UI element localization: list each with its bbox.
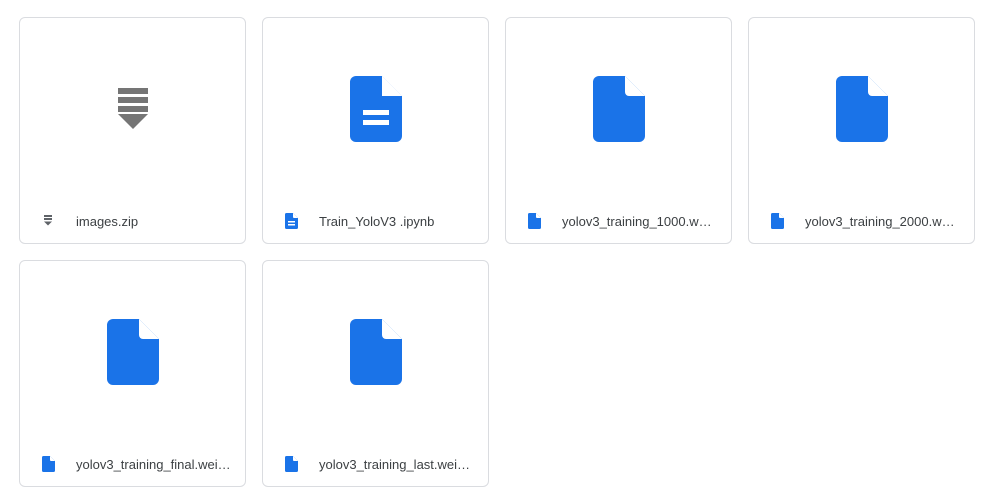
document-icon [349, 76, 402, 142]
file-card-images-zip[interactable]: images.zip [19, 17, 246, 244]
file-footer: yolov3_training_last.weights [263, 442, 488, 486]
file-name: Train_YoloV3 .ipynb [319, 213, 435, 229]
file-footer: yolov3_training_1000.weights [506, 199, 731, 243]
file-card-train-yolov3[interactable]: Train_YoloV3 .ipynb [262, 17, 489, 244]
file-card-yolov3-training-2000[interactable]: yolov3_training_2000.weights [748, 17, 975, 244]
file-card-yolov3-training-last[interactable]: yolov3_training_last.weights [262, 260, 489, 487]
file-footer: images.zip [20, 199, 245, 243]
file-name: yolov3_training_final.weights [76, 456, 231, 472]
file-icon [526, 213, 542, 229]
file-icon [349, 319, 402, 385]
file-name: images.zip [76, 213, 139, 229]
file-grid: images.zip Train_YoloV3 .ipynb yolov3_tr… [0, 0, 998, 497]
file-name: yolov3_training_last.weights [319, 456, 474, 472]
file-icon [106, 319, 159, 385]
file-name: yolov3_training_1000.weights [562, 213, 717, 229]
file-footer: yolov3_training_final.weights [20, 442, 245, 486]
file-preview [20, 261, 245, 443]
file-card-yolov3-training-final[interactable]: yolov3_training_final.weights [19, 260, 246, 487]
file-preview [506, 18, 731, 200]
archive-icon [117, 88, 148, 130]
file-icon [283, 456, 299, 472]
file-icon [592, 76, 645, 142]
file-icon [835, 76, 888, 142]
file-footer: Train_YoloV3 .ipynb [263, 199, 488, 243]
file-card-yolov3-training-1000[interactable]: yolov3_training_1000.weights [505, 17, 732, 244]
document-icon [283, 213, 299, 229]
archive-icon [40, 213, 56, 229]
file-preview [749, 18, 974, 200]
file-icon [769, 213, 785, 229]
file-name: yolov3_training_2000.weights [805, 213, 960, 229]
file-preview [263, 261, 488, 443]
file-icon [40, 456, 56, 472]
file-preview [20, 18, 245, 200]
file-footer: yolov3_training_2000.weights [749, 199, 974, 243]
file-preview [263, 18, 488, 200]
